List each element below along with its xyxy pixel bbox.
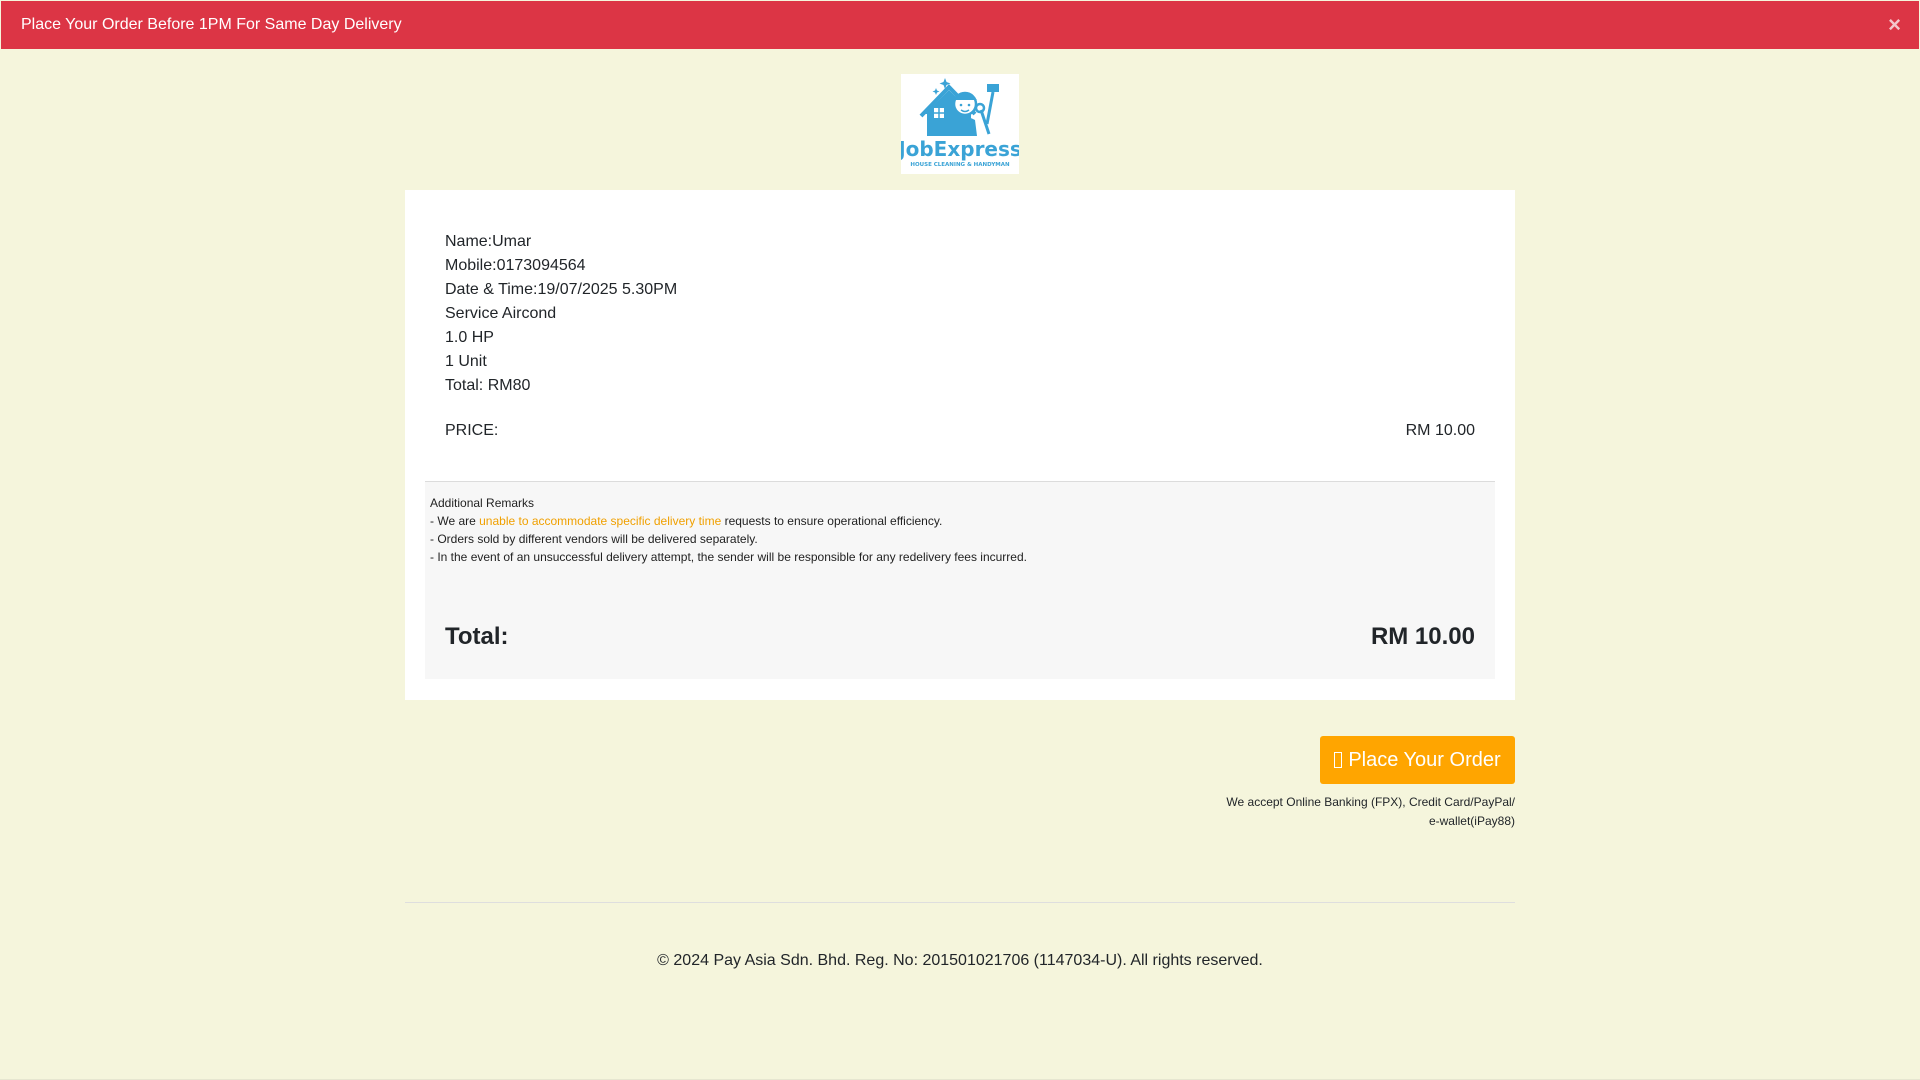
payment-methods-note: We accept Online Banking (FPX), Credit C… xyxy=(1195,793,1515,831)
grand-total-value: RM 10.00 xyxy=(1370,623,1475,650)
additional-remarks: Additional Remarks - We are unable to ac… xyxy=(430,494,1027,566)
remark-highlight: unable to accommodate specific delivery … xyxy=(479,514,722,528)
company-logo: JobExpress HOUSE CLEANING & HANDYMAN xyxy=(901,74,1019,174)
remark-line-1: - We are unable to accommodate specific … xyxy=(430,512,1027,530)
remark-line-1-suffix: requests to ensure operational efficienc… xyxy=(721,514,943,528)
remarks-title: Additional Remarks xyxy=(430,496,535,510)
remark-line-1-prefix: - We are xyxy=(430,514,480,528)
service-type: Service Aircond xyxy=(445,305,557,322)
grand-total-label: Total: xyxy=(445,623,509,650)
logo-tagline-text: HOUSE CLEANING & HANDYMAN xyxy=(910,162,1010,168)
booking-datetime: Date & Time:19/07/2025 5.30PM xyxy=(445,281,678,298)
customer-name: Name:Umar xyxy=(445,233,532,250)
order-details: Name:Umar Mobile:0173094564 Date & Time:… xyxy=(445,230,677,398)
remark-line-3: - In the event of an unsuccessful delive… xyxy=(430,550,1027,564)
footer-copyright: © 2024 Pay Asia Sdn. Bhd. Reg. No: 20150… xyxy=(657,952,1263,969)
grand-total-row: Total: RM 10.00 xyxy=(445,623,1475,651)
payment-methods-line-2: e-wallet(iPay88) xyxy=(1428,814,1515,828)
place-order-label: Place Your Order xyxy=(1348,748,1501,771)
footer-divider xyxy=(405,902,1515,903)
logo-brand-text: JobExpress xyxy=(901,137,1019,161)
price-value: RM 10.00 xyxy=(1405,422,1475,439)
order-total-text: Total: RM80 xyxy=(445,377,531,394)
cart-icon xyxy=(1334,752,1343,768)
aircond-capacity: 1.0 HP xyxy=(445,329,494,346)
unit-count: 1 Unit xyxy=(445,353,487,370)
order-summary-card: Name:Umar Mobile:0173094564 Date & Time:… xyxy=(405,190,1515,700)
customer-mobile: Mobile:0173094564 xyxy=(445,257,586,274)
alert-message: Place Your Order Before 1PM For Same Day… xyxy=(21,16,402,33)
payment-methods-line-1: We accept Online Banking (FPX), Credit C… xyxy=(1226,795,1515,809)
remarks-section: Additional Remarks - We are unable to ac… xyxy=(425,481,1495,679)
price-label: PRICE: xyxy=(445,422,499,439)
close-icon[interactable]: × xyxy=(1888,13,1901,37)
logo-icon: JobExpress HOUSE CLEANING & HANDYMAN xyxy=(901,78,1019,168)
price-row: PRICE: RM 10.00 xyxy=(445,422,1475,440)
place-order-button[interactable]: Place Your Order xyxy=(1320,736,1515,784)
delivery-alert-banner: Place Your Order Before 1PM For Same Day… xyxy=(1,1,1919,49)
remark-line-2: - Orders sold by different vendors will … xyxy=(430,532,758,546)
